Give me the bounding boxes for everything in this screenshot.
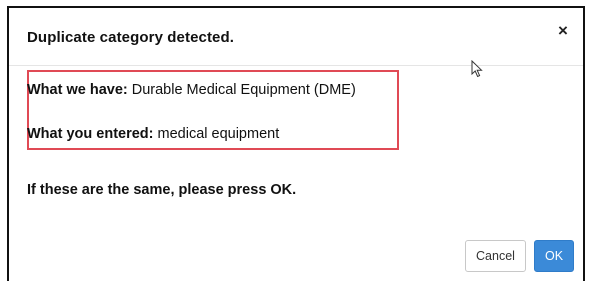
confirm-message: If these are the same, please press OK. (27, 182, 297, 198)
close-icon[interactable]: × (555, 22, 571, 39)
duplicate-category-dialog: Duplicate category detected. × What we h… (7, 6, 585, 281)
what-you-entered-value: medical equipment (157, 126, 280, 142)
what-you-entered-line: What you entered: medical equipment (27, 126, 279, 142)
cancel-button[interactable]: Cancel (465, 240, 526, 272)
what-we-have-value: Durable Medical Equipment (DME) (131, 82, 356, 98)
what-we-have-line: What we have: Durable Medical Equipment … (27, 82, 356, 98)
ok-button[interactable]: OK (534, 240, 574, 272)
what-we-have-label: What we have: (27, 82, 128, 98)
mouse-cursor-icon (471, 60, 483, 78)
dialog-title: Duplicate category detected. (27, 29, 235, 46)
dialog-header: Duplicate category detected. × (9, 8, 583, 66)
what-you-entered-label: What you entered: (27, 126, 154, 142)
